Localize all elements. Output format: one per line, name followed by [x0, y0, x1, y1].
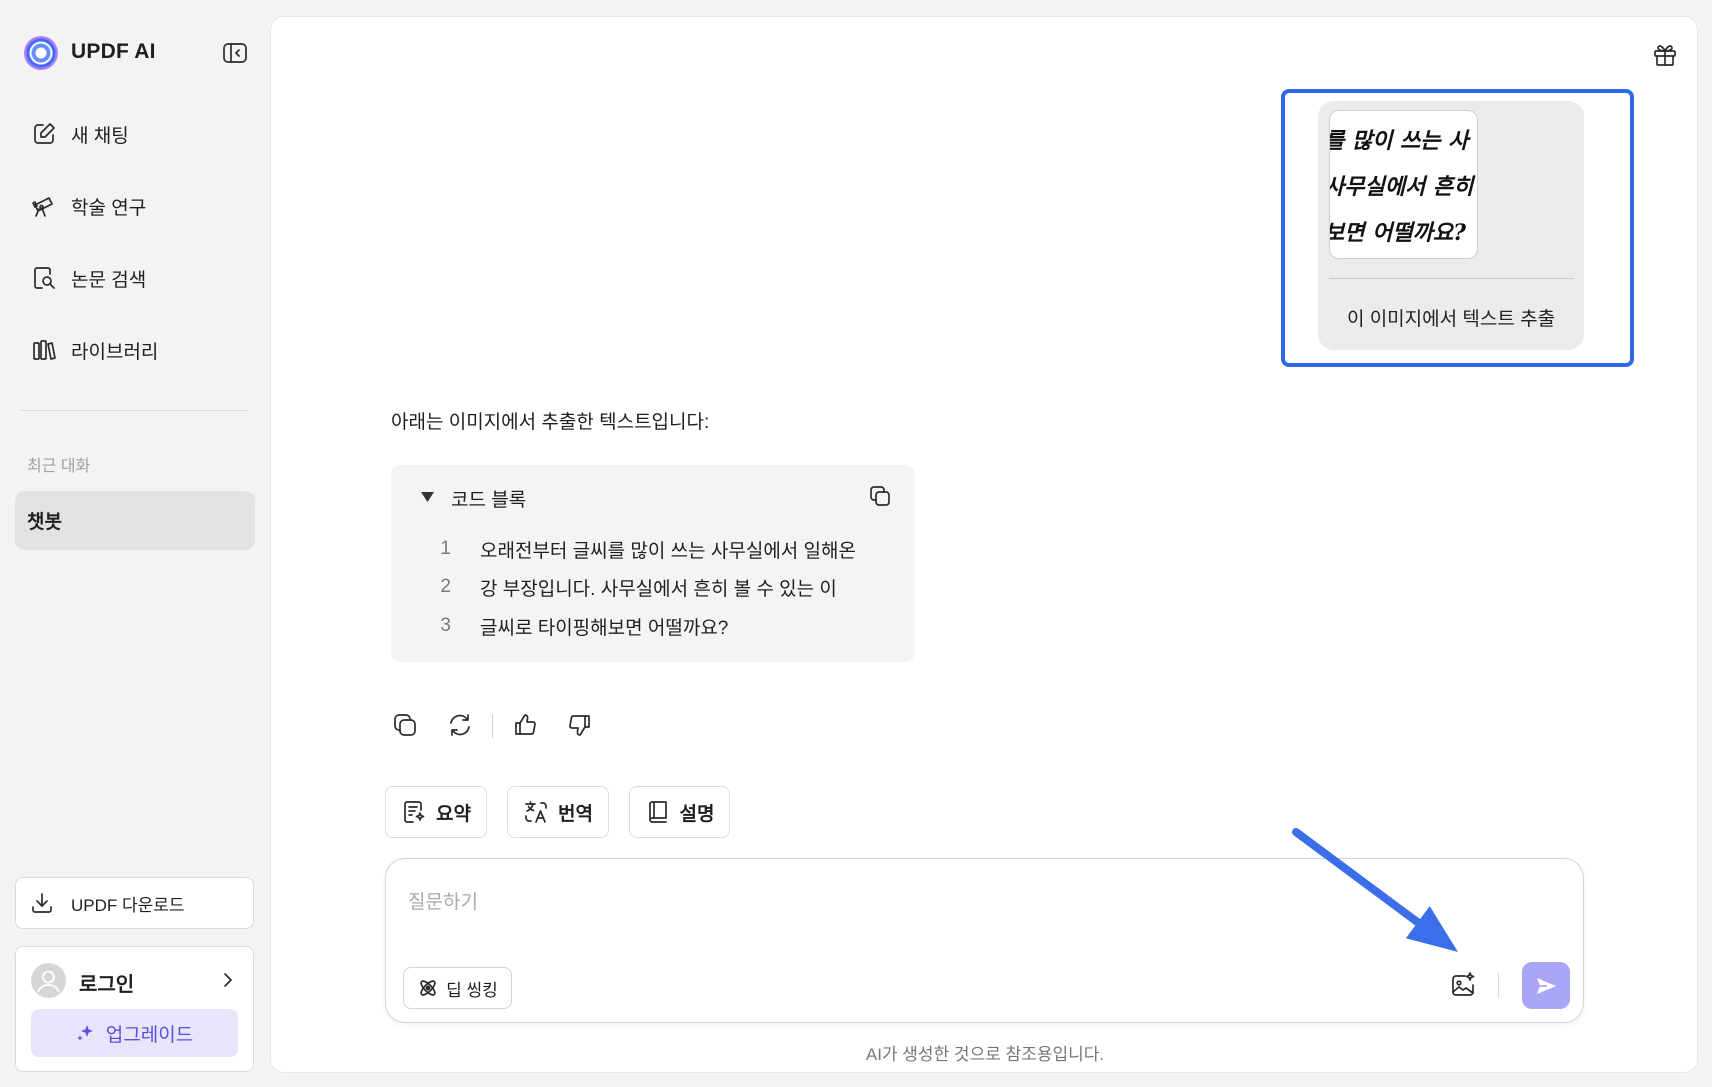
- nav-label: 논문 검색: [71, 269, 147, 291]
- recent-chat-label: 챗봇: [27, 512, 62, 533]
- like-button[interactable]: [512, 712, 538, 738]
- nav-new-chat[interactable]: 새 채팅: [15, 108, 254, 160]
- translate-chip[interactable]: 번역: [507, 786, 609, 838]
- clear-chat-button[interactable]: [1651, 40, 1679, 68]
- collapse-sidebar-button[interactable]: [222, 41, 248, 65]
- refresh-icon: [450, 714, 470, 736]
- avatar: [31, 963, 66, 998]
- nav-paper-search[interactable]: 논문 검색: [15, 252, 254, 304]
- sparkle-icon: [76, 1023, 96, 1043]
- nav-label: 새 채팅: [71, 125, 129, 147]
- send-button[interactable]: [1522, 962, 1570, 1009]
- updf-ai-logo-icon: [24, 36, 58, 70]
- image-text-line: 를 많이 쓰는 사: [1329, 128, 1469, 154]
- explain-chip[interactable]: 설명: [629, 786, 730, 838]
- deep-thinking-label: 딥 씽킹: [446, 980, 498, 1000]
- upgrade-label: 업그레이드: [105, 1024, 194, 1046]
- book-icon: [645, 799, 671, 825]
- nav-label: 라이브러리: [71, 341, 159, 363]
- dislike-button[interactable]: [567, 712, 593, 738]
- user-message-bubble: 를 많이 쓰는 사 사무실에서 흔히 보면 어떨까요? 이 이미지에서 텍스트 …: [1318, 101, 1584, 350]
- image-text-line: 보면 어떨까요?: [1329, 220, 1466, 246]
- line-text: 오래전부터 글씨를 많이 쓰는 사무실에서 일해온: [480, 540, 856, 562]
- chip-label: 요약: [436, 803, 471, 825]
- bubble-divider: [1329, 278, 1574, 279]
- code-line: 1 오래전부터 글씨를 많이 쓰는 사무실에서 일해온: [391, 536, 915, 562]
- add-image-button[interactable]: [1449, 971, 1477, 999]
- sidebar: UPDF AI 새 채팅 학술 연구 논문 검색 라이브러리 최근 대화 챗봇: [0, 0, 270, 1087]
- app-title: UPDF AI: [71, 40, 156, 63]
- download-label: UPDF 다운로드: [71, 895, 185, 915]
- thumbs-down-icon: [569, 715, 590, 736]
- attached-image-thumbnail[interactable]: 를 많이 쓰는 사 사무실에서 흔히 보면 어떨까요?: [1329, 110, 1478, 259]
- chip-label: 설명: [679, 803, 715, 825]
- sidebar-toggle-icon: [223, 43, 247, 63]
- line-text: 강 부장입니다. 사무실에서 흔히 볼 수 있는 이: [480, 578, 837, 600]
- atom-icon: [417, 977, 439, 999]
- user-message-text: 이 이미지에서 텍스트 추출: [1346, 309, 1556, 330]
- deep-thinking-toggle[interactable]: 딥 씽킹: [403, 967, 512, 1009]
- collapse-caret-icon[interactable]: [421, 491, 434, 503]
- code-line: 3 글씨로 타이핑해보면 어떨까요?: [391, 613, 915, 639]
- edit-icon: [31, 121, 57, 147]
- image-ai-icon: [1452, 972, 1475, 996]
- code-copy-button[interactable]: [868, 484, 892, 508]
- clear-chat-icon: [1654, 45, 1676, 66]
- sidebar-divider: [20, 410, 249, 411]
- copy-response-button[interactable]: [392, 712, 418, 738]
- assistant-intro-text: 아래는 이미지에서 추출한 텍스트입니다:: [391, 412, 710, 433]
- login-card: 로그인 업그레이드: [15, 946, 254, 1072]
- document-search-icon: [31, 265, 57, 291]
- chip-label: 번역: [558, 803, 593, 825]
- upgrade-button[interactable]: 업그레이드: [31, 1009, 238, 1057]
- nav-academic-research[interactable]: 학술 연구: [15, 180, 254, 232]
- download-updf-button[interactable]: UPDF 다운로드: [15, 877, 254, 929]
- composer-separator: [1498, 972, 1499, 998]
- copy-icon: [394, 714, 416, 736]
- chevron-right-icon[interactable]: [219, 969, 237, 991]
- disclaimer-note: AI가 생성한 것으로 참조용입니다.: [865, 1045, 1105, 1064]
- annotation-arrow: [1280, 820, 1480, 970]
- telescope-icon: [31, 193, 57, 219]
- summary-icon: [401, 799, 427, 825]
- chat-panel: 를 많이 쓰는 사 사무실에서 흔히 보면 어떨까요? 이 이미지에서 텍스트 …: [270, 16, 1698, 1073]
- code-block-title: 코드 블록: [451, 490, 527, 511]
- action-separator: [492, 714, 493, 738]
- code-block: 코드 블록 1 오래전부터 글씨를 많이 쓰는 사무실에서 일해온 2 강 부장…: [391, 465, 915, 662]
- image-text-line: 사무실에서 흔히: [1329, 174, 1474, 200]
- nav-label: 학술 연구: [71, 197, 147, 219]
- translate-icon: [523, 799, 549, 825]
- login-link[interactable]: 로그인: [79, 968, 134, 997]
- send-icon: [1537, 977, 1556, 994]
- download-icon: [30, 891, 54, 915]
- nav-library[interactable]: 라이브러리: [15, 324, 254, 376]
- question-input[interactable]: [406, 885, 1406, 925]
- library-icon: [31, 337, 57, 363]
- recent-chat-item[interactable]: 챗봇: [15, 491, 255, 550]
- summarize-chip[interactable]: 요약: [385, 786, 487, 838]
- thumbs-up-icon: [515, 714, 536, 735]
- regenerate-button[interactable]: [447, 712, 473, 738]
- line-text: 글씨로 타이핑해보면 어떨까요?: [480, 617, 729, 639]
- line-number: 2: [440, 576, 451, 597]
- user-icon: [37, 970, 60, 993]
- line-number: 1: [440, 538, 451, 559]
- line-number: 3: [440, 615, 451, 636]
- recent-chats-heading: 최근 대화: [27, 458, 91, 475]
- code-line: 2 강 부장입니다. 사무실에서 흔히 볼 수 있는 이: [391, 574, 915, 600]
- copy-icon: [870, 486, 890, 506]
